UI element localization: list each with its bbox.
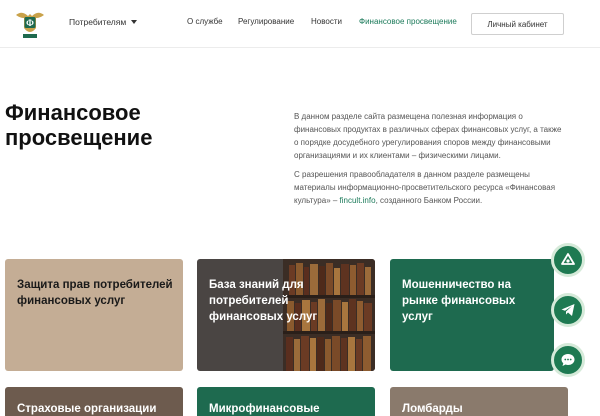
nav-regulation[interactable]: Регулирование <box>238 17 294 26</box>
intro-paragraph-2: С разрешения правообладателя в данном ра… <box>294 168 562 207</box>
nav-about[interactable]: О службе <box>187 17 223 26</box>
card-pawnshops[interactable]: Ломбарды <box>390 387 568 416</box>
chat-icon <box>561 354 575 366</box>
card-label: Ломбарды <box>402 403 463 415</box>
eagle-shield-logo-icon[interactable]: Ф <box>12 6 48 42</box>
card-label: Защита прав потребителей финансовых услу… <box>17 279 173 307</box>
nav-news[interactable]: Новости <box>311 17 342 26</box>
svg-text:Ф: Ф <box>26 18 34 28</box>
intro-paragraph-1: В данном разделе сайта размещена полезна… <box>294 112 562 160</box>
card-microfinance[interactable]: Микрофинансовые <box>197 387 375 416</box>
intro-paragraph-2-end: , созданного Банком России. <box>375 196 483 205</box>
fab-chat-button[interactable] <box>551 343 585 377</box>
page-title: Финансовое просвещение <box>5 100 225 150</box>
fab-logo-button[interactable] <box>551 243 585 277</box>
chevron-down-icon <box>131 20 138 24</box>
site-header: Ф Потребителям О службе Регулирование Но… <box>0 0 600 48</box>
fincult-link[interactable]: fincult.info <box>340 196 376 205</box>
page-title-line-1: Финансовое <box>5 100 141 125</box>
card-knowledge-base[interactable]: База знаний для потребителей финансовых … <box>197 259 375 371</box>
logo-leaf-icon <box>561 253 575 265</box>
personal-cabinet-button[interactable]: Личный кабинет <box>471 13 564 35</box>
card-label: База знаний для потребителей финансовых … <box>209 279 318 323</box>
card-fraud[interactable]: Мошенничество на рынке финансовых услуг <box>390 259 554 371</box>
telegram-icon <box>561 304 575 316</box>
page-title-line-2: просвещение <box>5 125 153 150</box>
card-label: Мошенничество на рынке финансовых услуг <box>402 279 516 323</box>
consumers-menu-label: Потребителям <box>69 17 127 27</box>
intro-text: В данном разделе сайта размещена полезна… <box>294 110 562 213</box>
card-label: Микрофинансовые <box>209 403 320 415</box>
card-insurance[interactable]: Страховые организации <box>5 387 183 416</box>
fab-telegram-button[interactable] <box>551 293 585 327</box>
nav-financial-education[interactable]: Финансовое просвещение <box>359 17 457 26</box>
card-label: Страховые организации <box>17 403 157 415</box>
card-consumer-rights[interactable]: Защита прав потребителей финансовых услу… <box>5 259 183 371</box>
consumers-menu[interactable]: Потребителям <box>69 17 138 27</box>
